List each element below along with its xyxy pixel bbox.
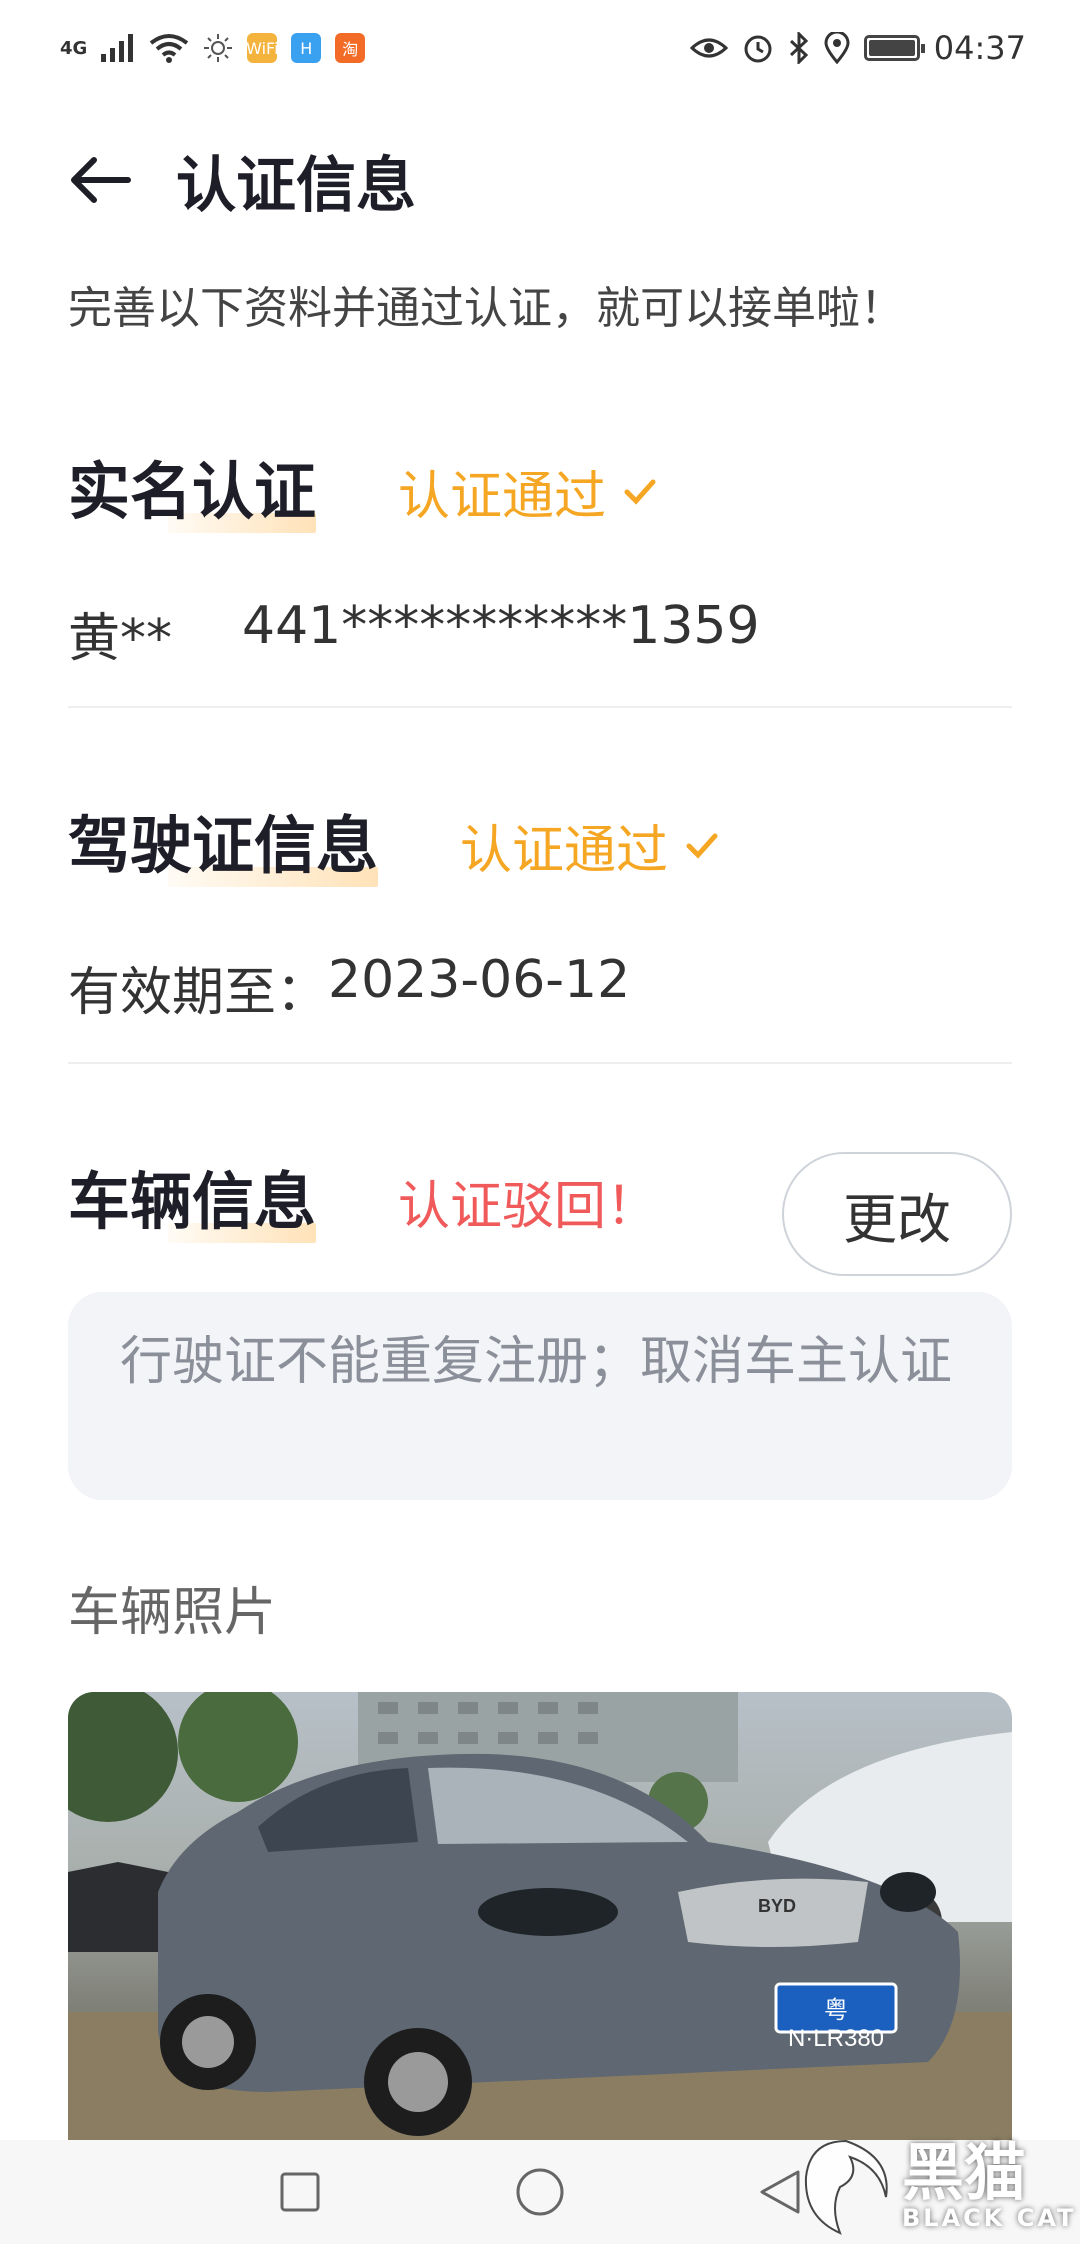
brightness-icon xyxy=(204,34,233,62)
real-name-status: 认证通过 xyxy=(398,454,658,529)
status-bar-left: 4G WiFi H 淘 xyxy=(60,33,366,63)
expiry-date: 2023-06-12 xyxy=(328,950,631,1010)
divider xyxy=(68,706,1012,708)
vehicle-title: 车辆信息 xyxy=(68,1164,317,1243)
wifi-icon xyxy=(150,34,189,63)
watermark-cn: 黑猫 xyxy=(902,2136,1027,2209)
car-badge-text: BYD xyxy=(758,1896,797,1916)
app-badge-yellow-icon: WiFi xyxy=(246,33,279,63)
license-section-header: 驾驶证信息 认证通过 xyxy=(68,808,720,887)
app-badge-blue-icon: H xyxy=(291,33,322,63)
license-expiry: 有效期至： 2023-06-12 xyxy=(68,950,630,1025)
real-name-title: 实名认证 xyxy=(68,454,317,533)
status-bar-right: 04:37 xyxy=(689,29,1026,67)
check-icon xyxy=(686,833,718,859)
page-title: 认证信息 xyxy=(176,150,416,221)
license-status-label: 认证通过 xyxy=(460,821,669,881)
id-number-value: 441***********1359 xyxy=(242,596,760,656)
divider xyxy=(68,1062,1012,1064)
vehicle-photo[interactable]: 粤N·LR380 BYD xyxy=(68,1692,1012,2144)
eye-icon xyxy=(689,38,728,58)
page-header: 认证信息 xyxy=(68,132,416,228)
car-illustration xyxy=(68,1692,1012,2144)
license-title: 驾驶证信息 xyxy=(68,808,379,887)
home-icon[interactable] xyxy=(510,2162,570,2222)
status-bar: 4G WiFi H 淘 04:37 xyxy=(0,0,1080,96)
real-name-info: 黄** 441***********1359 xyxy=(68,596,760,671)
real-name-value: 黄** xyxy=(68,609,173,669)
edit-button[interactable]: 更改 xyxy=(782,1152,1012,1276)
real-name-section-header: 实名认证 认证通过 xyxy=(68,454,658,533)
app-screen: 4G WiFi H 淘 04:37 认证信息 完善以下资料并通过认证，就可以接单… xyxy=(0,0,1080,2244)
check-icon xyxy=(624,479,656,505)
signal-icon xyxy=(101,34,134,62)
watermark-text: 黑猫 BLACK CAT xyxy=(902,2136,1077,2233)
real-name-status-label: 认证通过 xyxy=(398,467,607,527)
vehicle-status: 认证驳回！ xyxy=(398,1177,659,1237)
watermark-logo: 黑猫 BLACK CAT xyxy=(800,2130,1080,2244)
recent-apps-icon[interactable] xyxy=(270,2162,330,2222)
vehicle-photo-label: 车辆照片 xyxy=(68,1583,277,1643)
watermark-en: BLACK CAT xyxy=(902,2204,1077,2232)
license-plate-text: 粤N·LR380 xyxy=(787,1997,885,2052)
clock-time: 04:37 xyxy=(933,29,1026,67)
location-icon xyxy=(824,32,850,64)
network-type: 4G xyxy=(60,37,88,59)
cat-logo-icon xyxy=(804,2139,888,2235)
bluetooth-icon xyxy=(789,32,808,64)
page-subtitle: 完善以下资料并通过认证，就可以接单啦！ xyxy=(68,283,904,334)
vehicle-section-header: 车辆信息 认证驳回！ xyxy=(68,1164,659,1243)
reject-reason: 行驶证不能重复注册；取消车主认证 xyxy=(68,1292,1012,1500)
taobao-icon: 淘 xyxy=(335,33,366,63)
expiry-label: 有效期至： xyxy=(68,963,329,1023)
license-status: 认证通过 xyxy=(460,808,720,883)
battery-icon xyxy=(863,35,925,61)
arrow-left-icon[interactable] xyxy=(68,148,132,212)
alarm-icon xyxy=(744,35,772,63)
